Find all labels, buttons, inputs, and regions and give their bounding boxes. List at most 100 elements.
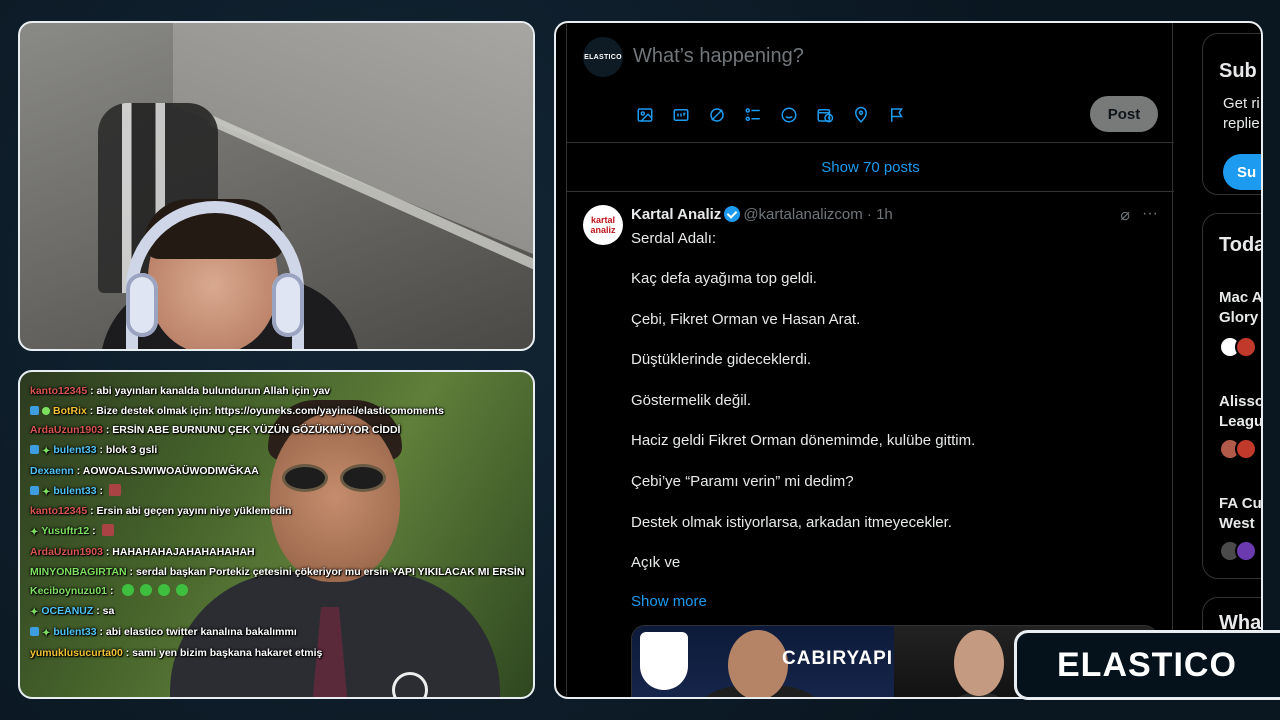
chat-panel: kanto12345 : abi yayınları kanalda bulun… <box>18 370 535 699</box>
chat-message: ✦ bulent33 : blok 3 gsli <box>30 441 525 462</box>
chat-username[interactable]: bulent33 <box>53 485 96 497</box>
chat-username[interactable]: kanto12345 <box>30 505 87 517</box>
subscriber-badge-icon: ✦ <box>30 607 39 619</box>
subscriber-badge-icon: ✦ <box>30 527 39 539</box>
headset-ear-right <box>272 273 304 337</box>
chat-username[interactable]: yumuklusucurta00 <box>30 647 123 659</box>
chat-text: sa <box>102 605 115 618</box>
chat-username[interactable]: ArdaUzun1903 <box>30 424 103 436</box>
image-icon[interactable] <box>633 103 657 127</box>
trends-title: Toda <box>1219 234 1263 256</box>
emote-icon <box>176 584 189 597</box>
trends-card: Toda Mac A Glory Alisso League FA Cu West <box>1202 213 1263 579</box>
person-face <box>728 630 788 697</box>
gif-icon[interactable] <box>669 103 693 127</box>
user-avatar[interactable]: ELASTICO <box>583 37 623 77</box>
trend-item[interactable]: Mac A Glory <box>1219 288 1261 328</box>
chat-message: ArdaUzun1903 : ERSİN ABE BURNUNU ÇEK YÜZ… <box>30 421 525 441</box>
chat-message: yumuklusucurta00 : sami yen bizim başkan… <box>30 644 525 664</box>
chat-text: Ersin abi geçen yayını niye yüklemedin <box>96 505 292 518</box>
trend-title: Alisso <box>1219 393 1263 410</box>
chat-text: blok 3 gsli <box>105 444 158 457</box>
chat-text: abi elastico twitter kanalına bakalımmı <box>105 625 297 638</box>
trend-subtitle: Glory <box>1219 309 1259 326</box>
trend-subtitle: West <box>1219 515 1255 532</box>
tweet-author-name[interactable]: Kartal Analiz <box>631 206 721 223</box>
chat-separator: : <box>102 546 113 559</box>
tweet-line: Haciz geldi Fikret Orman dönemimde, kulü… <box>631 432 976 450</box>
chat-message: MINYONBAGIRTAN : serdal başkan Portekiz … <box>30 563 525 583</box>
avatar-text-line-1: kartal <box>590 215 616 225</box>
chat-username[interactable]: Dexaenn <box>30 465 74 477</box>
compose-input[interactable]: What’s happening? <box>633 45 804 68</box>
chat-username[interactable]: Yusuftr12 <box>41 525 89 537</box>
webcam-feed <box>18 21 535 351</box>
chat-text: Bize destek olmak için: https://oyuneks.… <box>96 404 444 417</box>
moderator-badge-icon <box>30 405 39 415</box>
emoji-icon[interactable] <box>777 103 801 127</box>
chat-username[interactable]: BotRix <box>53 405 87 417</box>
schedule-icon[interactable] <box>813 103 837 127</box>
tweet-line: Çebi’ye “Paramı verin” mi dedim? <box>631 472 854 490</box>
verified-badge-icon <box>724 206 741 222</box>
chat-message: kanto12345 : Ersin abi geçen yayını niye… <box>30 502 525 522</box>
chat-username[interactable]: bulent33 <box>53 444 96 456</box>
chat-username[interactable]: Keciboynuzu01 <box>30 585 107 597</box>
emote-icon <box>122 584 135 597</box>
chat-separator: : <box>122 646 133 659</box>
moderator-badge-icon <box>30 485 39 495</box>
chat-separator: : <box>89 525 99 538</box>
chat-username[interactable]: bulent33 <box>53 626 96 638</box>
subscribe-line: Get ri <box>1223 95 1260 112</box>
compose-box: ELASTICO What’s happening? Post <box>567 23 1174 143</box>
chat-separator: : <box>73 464 83 477</box>
subscribe-card: Sub Get ri replie Su <box>1202 33 1261 195</box>
trend-avatars <box>1219 438 1257 460</box>
poll-icon[interactable] <box>741 103 765 127</box>
chat-message: BotRix : Bize destek olmak için: https:/… <box>30 402 525 422</box>
chat-message: ArdaUzun1903 : HAHAHAHAJAHAHAHAHAH <box>30 543 525 563</box>
emote-icon <box>140 584 153 597</box>
chat-text: ERSİN ABE BURNUNU ÇEK YÜZÜN GÖZÜKMÜYOR C… <box>112 424 401 437</box>
chat-separator: : <box>87 505 97 518</box>
post-button[interactable]: Post <box>1090 96 1158 132</box>
headset-ear-left <box>126 273 158 337</box>
tweet-line: Serdal Adalı: <box>631 230 717 247</box>
trend-item[interactable]: Alisso League <box>1219 392 1263 432</box>
tweet-author-handle[interactable]: @kartalanalizcom · 1h <box>743 206 892 223</box>
subscribe-button[interactable]: Su <box>1223 154 1261 190</box>
logo-text: ELASTICO <box>1057 645 1237 684</box>
chat-message: ✦ bulent33 : <box>30 482 525 503</box>
chat-separator: : <box>87 385 97 397</box>
chat-username[interactable]: kanto12345 <box>30 385 87 397</box>
chat-separator: : <box>86 404 97 417</box>
tweet-actions: ⌀ ··· <box>1120 205 1158 225</box>
moderator-badge-icon <box>30 626 39 636</box>
chat-username[interactable]: OCEANUZ <box>41 605 93 617</box>
tweet-header: Kartal Analiz @kartalanalizcom · 1h <box>631 206 893 223</box>
media-image-1[interactable]: CABIRYAPI <box>632 626 894 697</box>
tweet-author-avatar[interactable]: kartal analiz <box>583 205 623 245</box>
location-icon[interactable] <box>849 103 873 127</box>
elastico-logo: ELASTICO <box>1014 630 1280 700</box>
emote-icon <box>158 584 171 597</box>
chat-username[interactable]: ArdaUzun1903 <box>30 546 103 558</box>
moderator-badge-icon <box>30 445 39 455</box>
chat-message: Keciboynuzu01 : <box>30 582 525 602</box>
avatar-text-line-2: analiz <box>590 225 616 235</box>
flag-icon[interactable] <box>885 103 909 127</box>
chat-username[interactable]: MINYONBAGIRTAN <box>30 566 127 578</box>
show-new-posts-link[interactable]: Show 70 posts <box>567 144 1174 192</box>
timeline: ELASTICO What’s happening? Post Show 70 … <box>566 23 1174 697</box>
tweet[interactable]: kartal analiz Kartal Analiz @kartalanaliz… <box>567 193 1174 697</box>
besiktas-crest-icon <box>640 632 688 690</box>
chat-text: sami yen bizim başkana hakaret etmiş <box>132 646 323 659</box>
subscribe-title: Sub <box>1219 60 1257 82</box>
grok-icon[interactable]: ⌀ <box>1120 205 1130 225</box>
grok-icon[interactable] <box>705 103 729 127</box>
trend-item[interactable]: FA Cu West <box>1219 494 1261 534</box>
more-icon[interactable]: ··· <box>1142 205 1158 225</box>
tweet-line: Açık ve <box>631 554 681 572</box>
chat-text: HAHAHAHAJAHAHAHAHAH <box>112 546 255 559</box>
show-more-link[interactable]: Show more <box>631 593 707 610</box>
